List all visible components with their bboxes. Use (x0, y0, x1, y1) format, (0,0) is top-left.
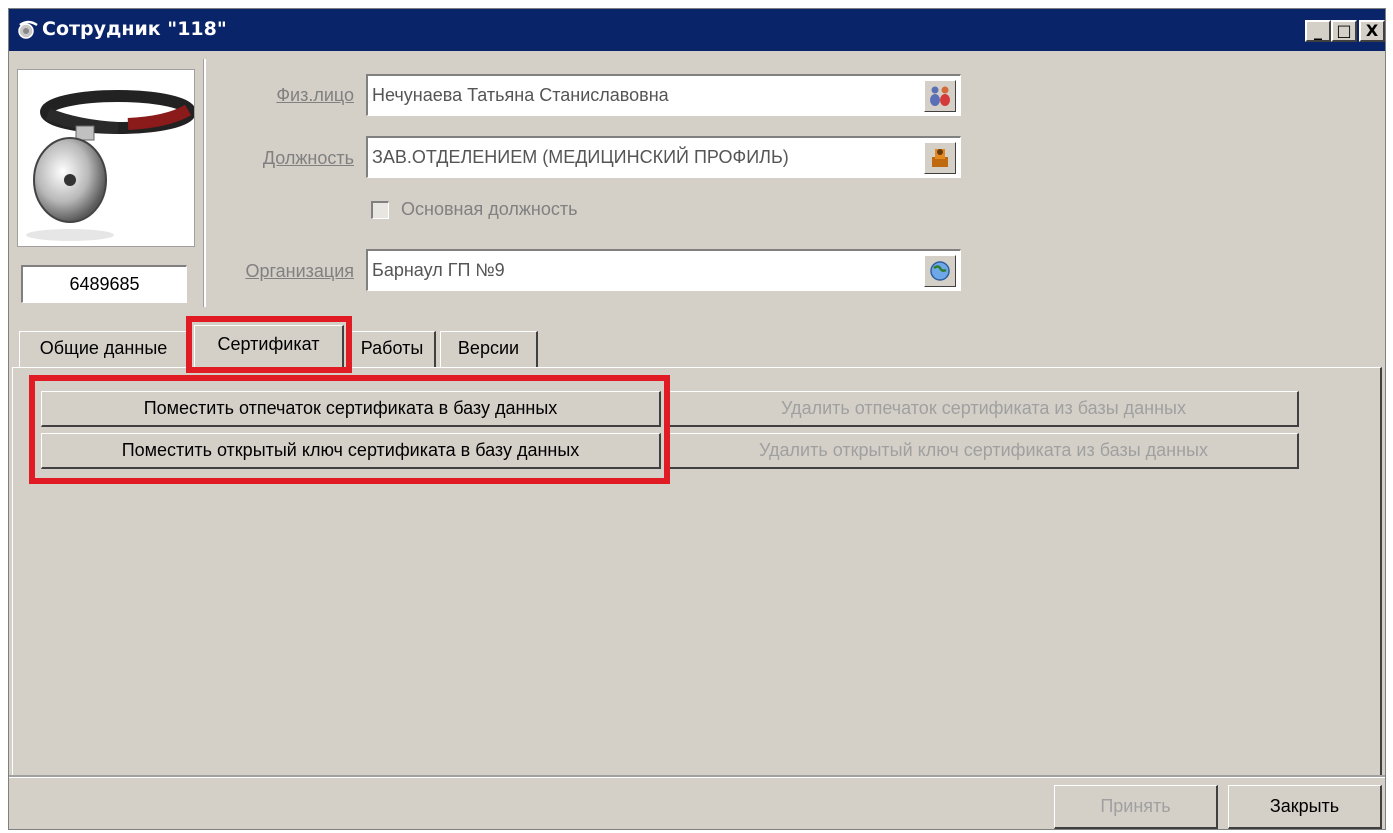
position-field[interactable]: ЗАВ.ОТДЕЛЕНИЕМ (МЕДИЦИНСКИЙ ПРОФИЛЬ) (366, 136, 961, 178)
app-icon (18, 20, 38, 39)
employee-window: Сотрудник "118" _ □ X 6489685 Физ.лицо Н… (8, 8, 1386, 830)
main-position-checkbox[interactable] (371, 201, 389, 219)
put-fingerprint-button[interactable]: Поместить отпечаток сертификата в базу д… (41, 391, 661, 427)
globe-icon (930, 261, 950, 281)
organization-link[interactable]: Организация (245, 261, 354, 282)
head-mirror-icon (26, 90, 196, 241)
main-position-label: Основная должность (401, 199, 578, 219)
position-link[interactable]: Должность (263, 148, 354, 169)
minimize-button[interactable]: _ (1305, 20, 1331, 42)
person-field[interactable]: Нечунаева Татьяна Станиславовна (366, 74, 961, 116)
vertical-divider (203, 59, 206, 307)
position-lookup-button[interactable] (924, 142, 956, 174)
tab-works[interactable]: Работы (349, 331, 436, 367)
close-dialog-button[interactable]: Закрыть (1228, 785, 1382, 829)
put-public-key-button[interactable]: Поместить открытый ключ сертификата в ба… (41, 433, 661, 469)
person-lookup-button[interactable] (924, 80, 956, 112)
window-title: Сотрудник "118" (42, 18, 227, 40)
person-link[interactable]: Физ.лицо (276, 85, 354, 106)
organization-value: Барнаул ГП №9 (372, 260, 505, 280)
organization-lookup-button[interactable] (924, 255, 956, 287)
person-value: Нечунаева Татьяна Станиславовна (372, 85, 669, 105)
close-button[interactable]: X (1359, 20, 1385, 42)
position-value: ЗАВ.ОТДЕЛЕНИЕМ (МЕДИЦИНСКИЙ ПРОФИЛЬ) (372, 147, 789, 167)
delete-fingerprint-button[interactable]: Удалить отпечаток сертификата из базы да… (669, 391, 1299, 427)
delete-public-key-button[interactable]: Удалить открытый ключ сертификата из баз… (669, 433, 1299, 469)
tab-general[interactable]: Общие данные (19, 331, 189, 367)
employee-photo (17, 69, 196, 247)
certificate-panel (12, 367, 1382, 777)
accept-button[interactable]: Принять (1054, 785, 1218, 829)
position-icon (932, 149, 948, 167)
title-bar[interactable]: Сотрудник "118" _ □ X (9, 9, 1385, 51)
people-icon (930, 86, 950, 106)
tab-certificate[interactable]: Сертификат (194, 325, 344, 369)
maximize-button[interactable]: □ (1331, 20, 1357, 42)
organization-field[interactable]: Барнаул ГП №9 (366, 249, 961, 291)
tab-versions[interactable]: Версии (440, 331, 538, 367)
footer-divider (9, 775, 1385, 778)
employee-id-field: 6489685 (21, 265, 187, 303)
